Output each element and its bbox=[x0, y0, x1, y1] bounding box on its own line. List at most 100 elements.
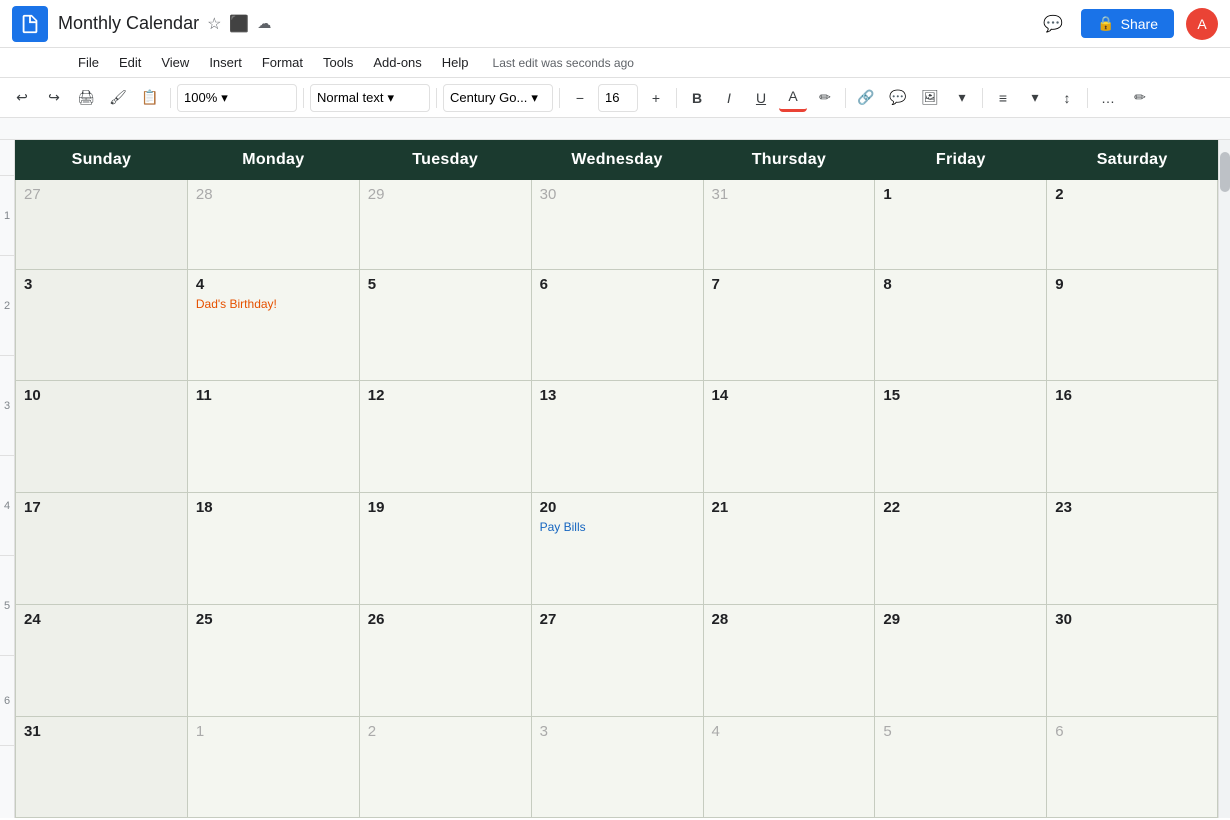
font-select[interactable]: Century Go... ▾ bbox=[443, 84, 553, 112]
link-button[interactable]: 🔗 bbox=[852, 84, 880, 112]
day-number-r5-c4: 27 bbox=[540, 611, 557, 628]
calendar-header-row: Sunday Monday Tuesday Wednesday Thursday… bbox=[16, 141, 1218, 180]
separator-7 bbox=[982, 88, 983, 108]
font-size-increase-button[interactable]: + bbox=[642, 84, 670, 112]
cell-r2-c7[interactable]: 9 bbox=[1047, 269, 1218, 381]
align-dropdown-button[interactable]: ▾ bbox=[1021, 84, 1049, 112]
cell-r5-c5[interactable]: 28 bbox=[703, 605, 875, 717]
share-button[interactable]: 🔒 Share bbox=[1081, 9, 1174, 38]
cell-r6-c3[interactable]: 2 bbox=[359, 717, 531, 818]
cell-r2-c6[interactable]: 8 bbox=[875, 269, 1047, 381]
cell-r4-c3[interactable]: 19 bbox=[359, 493, 531, 605]
user-avatar[interactable]: A bbox=[1186, 8, 1218, 40]
doc-title: Monthly Calendar bbox=[58, 13, 199, 34]
day-number-r5-c1: 24 bbox=[24, 611, 41, 628]
cell-r2-c4[interactable]: 6 bbox=[531, 269, 703, 381]
cell-r4-c6[interactable]: 22 bbox=[875, 493, 1047, 605]
cell-r6-c2[interactable]: 1 bbox=[187, 717, 359, 818]
cell-r1-c4[interactable]: 30 bbox=[531, 180, 703, 270]
menu-insert[interactable]: Insert bbox=[201, 53, 250, 72]
edit-pen-button[interactable]: ✏ bbox=[1126, 84, 1154, 112]
event-r4-c4: Pay Bills bbox=[540, 520, 695, 534]
cell-r4-c2[interactable]: 18 bbox=[187, 493, 359, 605]
paint-format-button[interactable]: 🖌 bbox=[104, 84, 132, 112]
menu-addons[interactable]: Add-ons bbox=[365, 53, 429, 72]
cell-r3-c6[interactable]: 15 bbox=[875, 381, 1047, 493]
cell-r1-c1[interactable]: 27 bbox=[16, 180, 188, 270]
cell-r5-c6[interactable]: 29 bbox=[875, 605, 1047, 717]
header-thursday: Thursday bbox=[703, 141, 875, 180]
copy-format-button[interactable]: 📋 bbox=[136, 84, 164, 112]
row-header: 1 2 3 4 5 6 bbox=[0, 140, 15, 818]
cell-r1-c6[interactable]: 1 bbox=[875, 180, 1047, 270]
bold-button[interactable]: B bbox=[683, 84, 711, 112]
cell-r6-c7[interactable]: 6 bbox=[1047, 717, 1218, 818]
cell-r5-c7[interactable]: 30 bbox=[1047, 605, 1218, 717]
vertical-scrollbar[interactable] bbox=[1218, 140, 1230, 818]
scrollbar-thumb[interactable] bbox=[1220, 152, 1230, 192]
calendar-table: Sunday Monday Tuesday Wednesday Thursday… bbox=[15, 140, 1218, 818]
undo-button[interactable]: ↩ bbox=[8, 84, 36, 112]
more-button[interactable]: … bbox=[1094, 84, 1122, 112]
header-sunday: Sunday bbox=[16, 141, 188, 180]
cell-r4-c5[interactable]: 21 bbox=[703, 493, 875, 605]
day-number-r3-c5: 14 bbox=[712, 387, 729, 404]
menu-format[interactable]: Format bbox=[254, 53, 311, 72]
cell-r5-c2[interactable]: 25 bbox=[187, 605, 359, 717]
menu-view[interactable]: View bbox=[153, 53, 197, 72]
cell-r2-c1[interactable]: 3 bbox=[16, 269, 188, 381]
cell-r3-c7[interactable]: 16 bbox=[1047, 381, 1218, 493]
menu-edit[interactable]: Edit bbox=[111, 53, 149, 72]
cell-r1-c7[interactable]: 2 bbox=[1047, 180, 1218, 270]
highlight-button[interactable]: ✏ bbox=[811, 84, 839, 112]
cell-r6-c1[interactable]: 31 bbox=[16, 717, 188, 818]
star-icon[interactable]: ☆ bbox=[207, 14, 221, 34]
cell-r1-c2[interactable]: 28 bbox=[187, 180, 359, 270]
print-button[interactable]: 🖨 bbox=[72, 84, 100, 112]
comment-inline-button[interactable]: 💬 bbox=[884, 84, 912, 112]
cell-r3-c1[interactable]: 10 bbox=[16, 381, 188, 493]
calendar-row-4: 1718 19 20Pay Bills212223 bbox=[16, 493, 1218, 605]
cell-r2-c2[interactable]: 4Dad's Birthday! bbox=[187, 269, 359, 381]
cell-r6-c4[interactable]: 3 bbox=[531, 717, 703, 818]
cell-r1-c5[interactable]: 31 bbox=[703, 180, 875, 270]
align-button[interactable]: ≡ bbox=[989, 84, 1017, 112]
day-number-r3-c7: 16 bbox=[1055, 387, 1072, 404]
redo-button[interactable]: ↪ bbox=[40, 84, 68, 112]
comment-button[interactable]: 💬 bbox=[1037, 8, 1069, 40]
italic-button[interactable]: I bbox=[715, 84, 743, 112]
font-color-button[interactable]: A bbox=[779, 84, 807, 112]
day-number-r4-c3: 19 bbox=[368, 499, 385, 516]
cell-r6-c5[interactable]: 4 bbox=[703, 717, 875, 818]
menubar: File Edit View Insert Format Tools Add-o… bbox=[0, 48, 1230, 78]
font-size-input[interactable]: 16 bbox=[598, 84, 638, 112]
underline-button[interactable]: U bbox=[747, 84, 775, 112]
cell-r1-c3[interactable]: 29 bbox=[359, 180, 531, 270]
cell-r5-c3[interactable]: 26 bbox=[359, 605, 531, 717]
style-select[interactable]: Normal text ▾ bbox=[310, 84, 430, 112]
cell-r4-c7[interactable]: 23 bbox=[1047, 493, 1218, 605]
cell-r5-c1[interactable]: 24 bbox=[16, 605, 188, 717]
zoom-dropdown-icon: ▾ bbox=[221, 90, 228, 106]
image-dropdown-button[interactable]: ▾ bbox=[948, 84, 976, 112]
image-button[interactable]: 🖼 bbox=[916, 84, 944, 112]
drive-icon[interactable]: ⬛ bbox=[229, 14, 249, 34]
menu-help[interactable]: Help bbox=[434, 53, 477, 72]
cell-r4-c1[interactable]: 17 bbox=[16, 493, 188, 605]
cell-r2-c3[interactable]: 5 bbox=[359, 269, 531, 381]
cell-r3-c4[interactable]: 13 bbox=[531, 381, 703, 493]
font-size-decrease-button[interactable]: − bbox=[566, 84, 594, 112]
cell-r6-c6[interactable]: 5 bbox=[875, 717, 1047, 818]
cell-r4-c4[interactable]: 20Pay Bills bbox=[531, 493, 703, 605]
menu-tools[interactable]: Tools bbox=[315, 53, 361, 72]
separator-2 bbox=[303, 88, 304, 108]
cell-r3-c3[interactable]: 12 bbox=[359, 381, 531, 493]
cell-r5-c4[interactable]: 27 bbox=[531, 605, 703, 717]
cell-r3-c2[interactable]: 11 bbox=[187, 381, 359, 493]
line-spacing-button[interactable]: ↕ bbox=[1053, 84, 1081, 112]
cell-r3-c5[interactable]: 14 bbox=[703, 381, 875, 493]
header-wednesday: Wednesday bbox=[531, 141, 703, 180]
cell-r2-c5[interactable]: 7 bbox=[703, 269, 875, 381]
zoom-select[interactable]: 100% ▾ bbox=[177, 84, 297, 112]
menu-file[interactable]: File bbox=[70, 53, 107, 72]
